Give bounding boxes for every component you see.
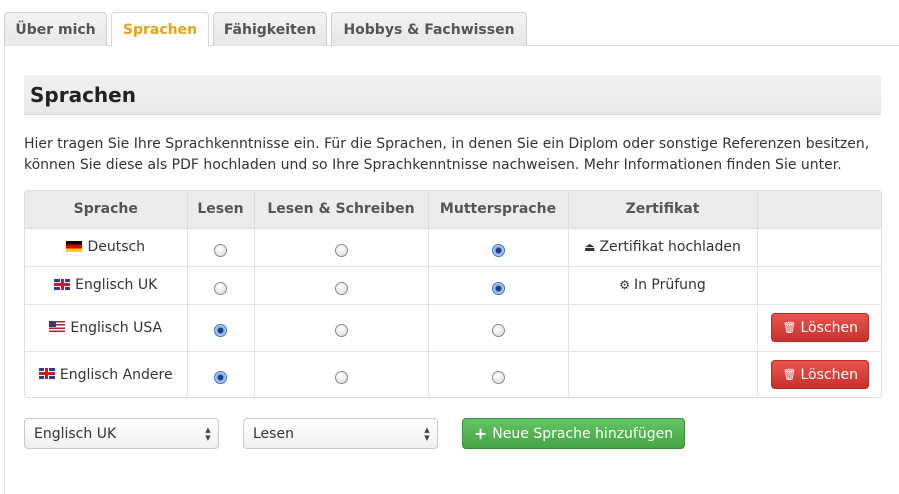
language-cell: Deutsch: [25, 228, 188, 267]
header-lesen: Lesen: [187, 191, 255, 229]
tab-sprachen[interactable]: Sprachen: [111, 12, 209, 47]
plus-icon: +: [473, 424, 488, 443]
radio-lesen-schreiben[interactable]: [334, 281, 348, 295]
delete-button[interactable]: 🗑 Löschen: [771, 313, 870, 342]
trash-icon: 🗑: [782, 321, 797, 334]
languages-table: Sprache Lesen Lesen & Schreiben Muttersp…: [24, 190, 882, 398]
radio-lesen-schreiben[interactable]: [334, 324, 348, 337]
header-zertifikat: Zertifikat: [568, 191, 758, 229]
language-name: Englisch UK: [75, 277, 158, 293]
table-row: Englisch Andere 🗑 Löschen: [25, 351, 881, 397]
radio-muttersprache[interactable]: [491, 281, 505, 295]
language-name: Englisch Andere: [59, 366, 173, 383]
select-arrows-icon: ▲ ▼: [424, 426, 430, 442]
table-row: Englisch UK ⚙ In Prüfung: [25, 266, 881, 305]
tab-ueber-mich[interactable]: Über mich: [4, 12, 107, 46]
radio-muttersprache[interactable]: [491, 243, 505, 257]
trash-icon: 🗑: [782, 368, 797, 382]
radio-lesen[interactable]: [214, 371, 227, 385]
intro-line-1: Hier tragen Sie Ihre Sprachkenntnisse ei…: [24, 136, 870, 152]
header-muttersprache: Muttersprache: [428, 191, 569, 229]
tab-faehigkeiten[interactable]: Fähigkeiten: [213, 12, 327, 46]
header-sprache: Sprache: [25, 191, 188, 229]
radio-lesen[interactable]: [214, 324, 227, 337]
certificate-status: ⚙ In Prüfung: [619, 277, 706, 293]
upload-inbox-icon: ⏏: [584, 240, 596, 254]
header-lesen-schreiben: Lesen & Schreiben: [254, 191, 429, 229]
level-select[interactable]: Lesen ▲ ▼: [243, 418, 438, 449]
language-select[interactable]: Englisch UK ▲ ▼: [24, 418, 219, 449]
gear-icon: ⚙: [619, 278, 630, 292]
tab-bar: Über mich Sprachen Fähigkeiten Hobbys & …: [0, 0, 899, 47]
de-flag-icon: [66, 240, 83, 252]
select-arrows-icon: ▲ ▼: [205, 426, 211, 442]
radio-lesen[interactable]: [214, 243, 227, 257]
tab-hobbys-fachwissen[interactable]: Hobbys & Fachwissen: [331, 12, 527, 46]
page-title: Sprachen: [30, 83, 136, 107]
uk-flag-icon: [38, 368, 55, 380]
upload-certificate-link[interactable]: ⏏ Zertifikat hochladen: [584, 239, 741, 255]
uk-flag-icon: [54, 278, 71, 290]
language-cell: Englisch Andere: [25, 351, 188, 397]
us-flag-icon: [49, 321, 66, 332]
radio-muttersprache[interactable]: [491, 371, 505, 385]
table-row: Englisch USA 🗑 Löschen: [25, 304, 881, 352]
add-language-button[interactable]: + Neue Sprache hinzufügen: [462, 418, 685, 449]
delete-button[interactable]: 🗑 Löschen: [771, 360, 870, 390]
radio-lesen-schreiben[interactable]: [334, 243, 348, 257]
table-row: Deutsch ⏏ Zertifikat hochladen: [25, 228, 881, 267]
language-cell: Englisch UK: [25, 266, 188, 305]
intro-line-2: können Sie diese als PDF hochladen und s…: [24, 157, 842, 173]
header-actions: [757, 191, 881, 229]
radio-lesen[interactable]: [214, 281, 227, 295]
intro-text: Hier tragen Sie Ihre Sprachkenntnisse ei…: [24, 134, 894, 176]
language-cell: Englisch USA: [25, 304, 188, 352]
radio-muttersprache[interactable]: [491, 324, 505, 337]
radio-lesen-schreiben[interactable]: [334, 371, 348, 385]
language-name: Englisch USA: [70, 319, 163, 336]
section-header: Sprachen: [24, 75, 881, 115]
language-name: Deutsch: [87, 239, 146, 255]
